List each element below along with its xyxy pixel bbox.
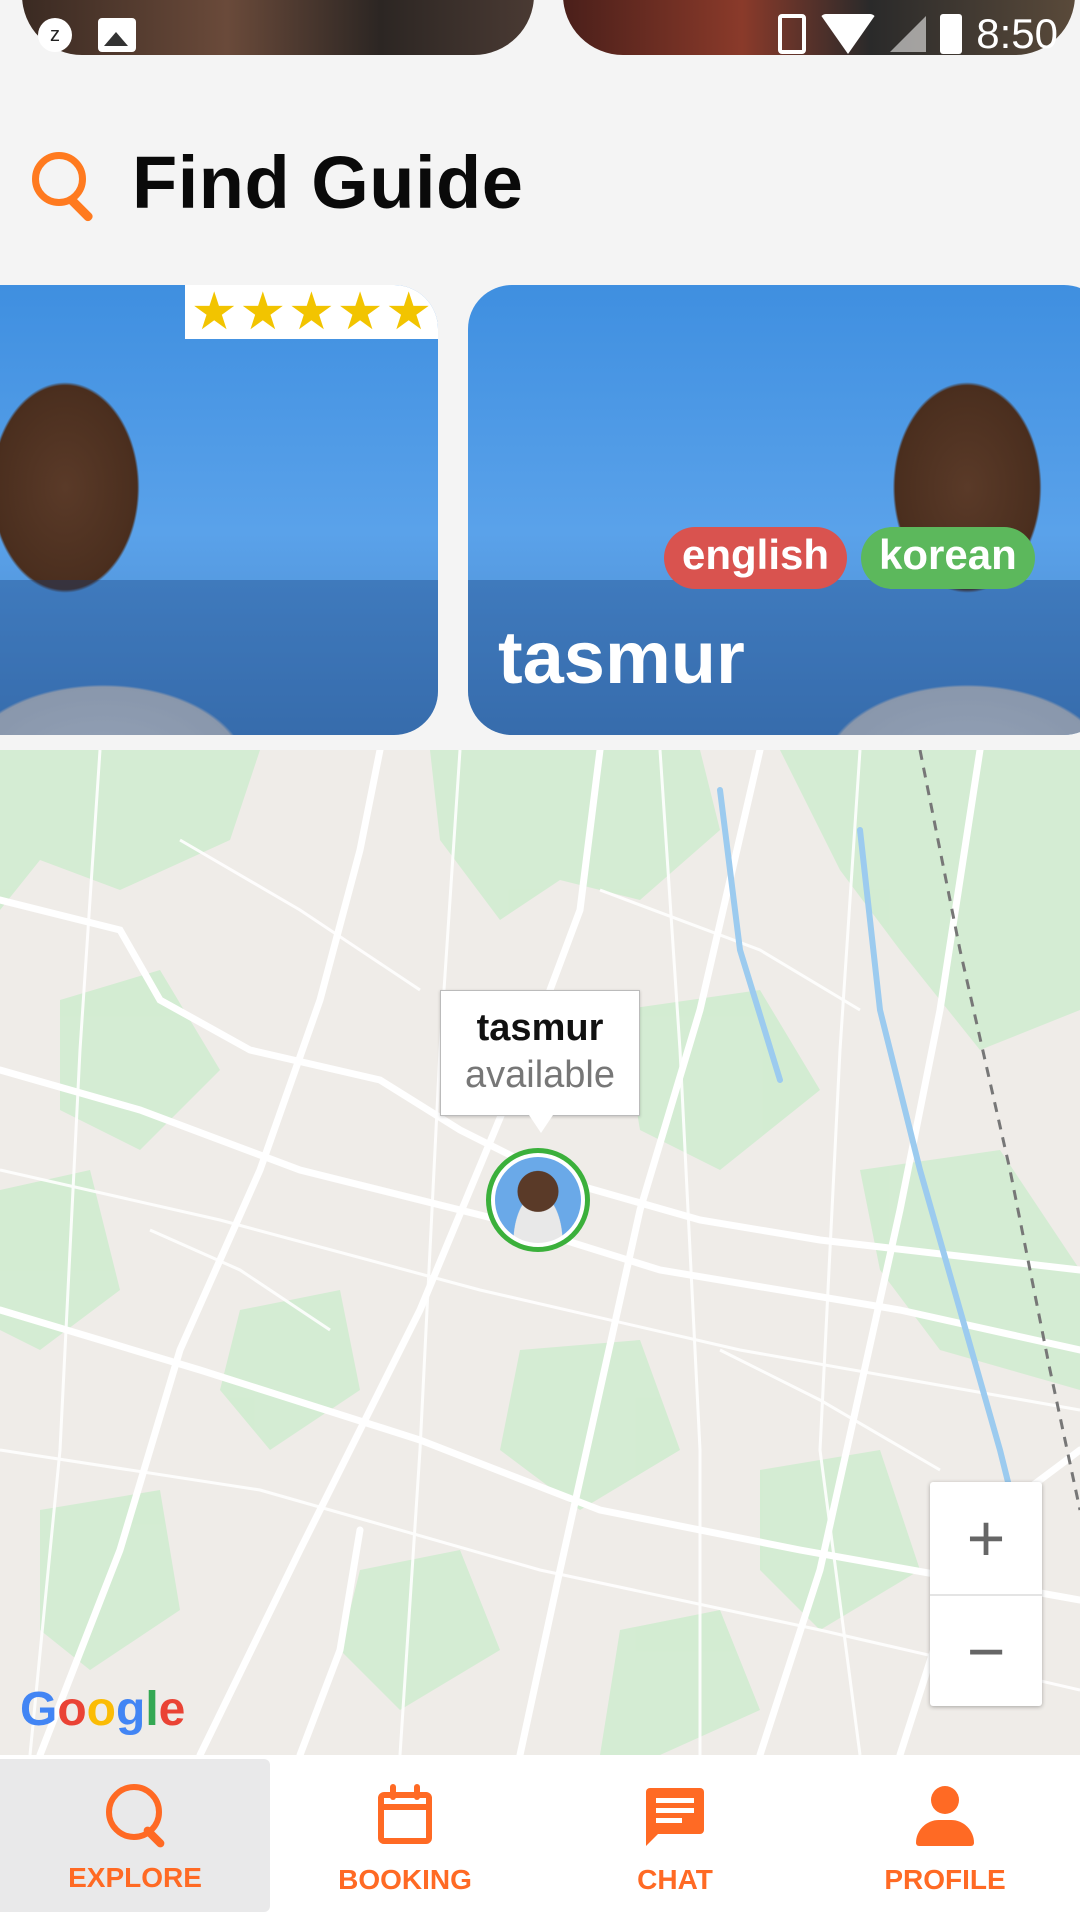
cell-signal-icon [890, 16, 927, 52]
battery-icon [940, 14, 963, 54]
search-icon[interactable] [28, 148, 98, 223]
nav-item-chat[interactable]: CHAT [540, 1755, 810, 1920]
image-icon [98, 18, 136, 52]
nav-label: BOOKING [338, 1863, 472, 1895]
marker-info-window[interactable]: tasmur available [440, 990, 640, 1133]
search-icon [100, 1778, 170, 1849]
language-badge: english [664, 527, 848, 589]
google-logo: Google [20, 1683, 186, 1736]
map-view[interactable]: + − Google [0, 750, 1080, 1755]
page-header: Find Guide [28, 140, 523, 225]
zoom-out-button[interactable]: − [930, 1596, 1042, 1706]
person-icon [910, 1780, 980, 1850]
status-bar: z 8:50 [0, 0, 1080, 60]
nav-label: EXPLORE [68, 1861, 202, 1893]
language-badges: english korean [664, 527, 1035, 589]
page-title: Find Guide [132, 141, 524, 224]
wifi-icon [820, 14, 877, 54]
star-icon: ★ [239, 285, 287, 341]
chat-icon [640, 1780, 710, 1850]
zoom-controls: + − [930, 1482, 1042, 1706]
star-icon: ★ [288, 285, 335, 341]
guide-map-marker[interactable] [486, 1148, 590, 1252]
guide-card[interactable]: english korean tasmur [468, 285, 1080, 735]
star-icon: ★ [385, 285, 432, 341]
marker-title: tasmur [476, 1007, 604, 1049]
z-icon: z [38, 18, 72, 52]
rating-stars: ★ ★ ★ ★ ★ [184, 285, 438, 341]
nav-item-explore[interactable]: EXPLORE [0, 1759, 270, 1912]
nav-label: CHAT [637, 1863, 713, 1895]
calendar-icon [370, 1780, 440, 1850]
guide-avatar [495, 1157, 581, 1243]
guide-name: tasmur [498, 616, 745, 699]
nav-item-profile[interactable]: PROFILE [810, 1755, 1080, 1920]
status-time: 8:50 [976, 10, 1058, 57]
marker-status: available [465, 1054, 615, 1096]
nav-label: PROFILE [884, 1863, 1006, 1895]
guide-card[interactable]: ★ ★ ★ ★ ★ [0, 285, 438, 735]
status-right-icons: 8:50 [778, 10, 1058, 58]
language-badge: korean [861, 527, 1035, 589]
map-tiles [0, 750, 1080, 1755]
star-icon: ★ [336, 285, 384, 341]
zoom-in-button[interactable]: + [930, 1482, 1042, 1594]
star-icon: ★ [190, 285, 238, 341]
guide-carousel[interactable]: ★ ★ ★ ★ ★ english korean tasmur [0, 285, 1080, 735]
bottom-nav: EXPLORE BOOKING CHAT PROFILE [0, 1755, 1080, 1920]
vibrate-icon [778, 14, 807, 54]
nav-item-booking[interactable]: BOOKING [270, 1755, 540, 1920]
status-left-icons: z [38, 18, 136, 52]
